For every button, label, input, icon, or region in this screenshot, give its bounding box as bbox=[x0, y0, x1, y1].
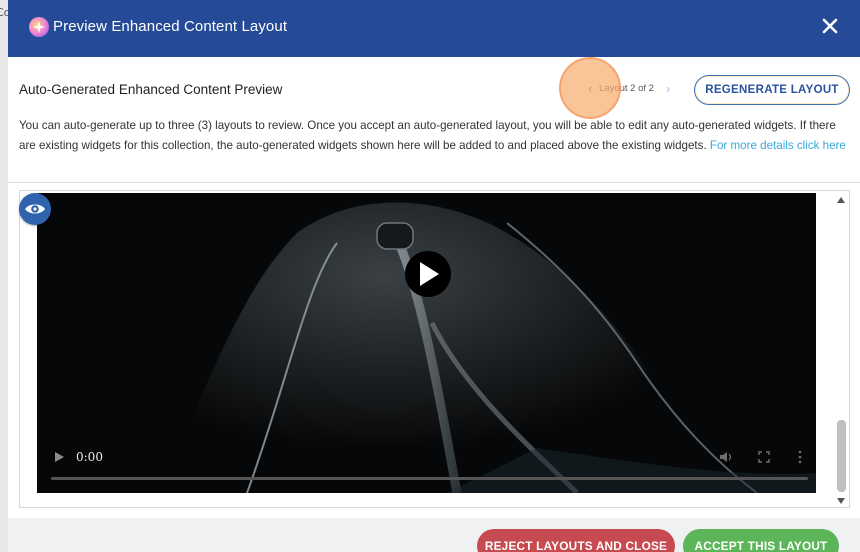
video-frame-image bbox=[37, 193, 816, 493]
accept-layout-button[interactable]: ACCEPT THIS LAYOUT bbox=[683, 529, 839, 552]
video-time: 0:00 bbox=[76, 450, 103, 464]
sparkle-logo-icon bbox=[29, 17, 49, 37]
more-details-link[interactable]: For more details click here bbox=[710, 139, 846, 152]
more-icon[interactable] bbox=[797, 450, 803, 464]
fullscreen-icon[interactable] bbox=[758, 451, 770, 463]
regenerate-layout-button[interactable]: REGENERATE LAYOUT bbox=[694, 75, 850, 105]
video-player[interactable] bbox=[37, 193, 816, 493]
seek-bar[interactable] bbox=[51, 477, 808, 480]
modal-header: Preview Enhanced Content Layout bbox=[8, 0, 860, 57]
scroll-down-icon[interactable] bbox=[836, 497, 846, 505]
preview-heading: Auto-Generated Enhanced Content Preview bbox=[19, 82, 283, 97]
reject-layouts-button[interactable]: REJECT LAYOUTS AND CLOSE bbox=[477, 529, 675, 552]
chevron-right-icon[interactable]: › bbox=[666, 81, 670, 96]
background-page: Co bbox=[0, 0, 8, 552]
control-play-icon[interactable] bbox=[53, 451, 65, 463]
scroll-up-icon[interactable] bbox=[836, 196, 846, 204]
background-text: Co bbox=[0, 6, 8, 19]
description: You can auto-generate up to three (3) la… bbox=[19, 116, 854, 156]
divider bbox=[8, 182, 860, 183]
modal-title: Preview Enhanced Content Layout bbox=[53, 18, 288, 35]
scrollbar-thumb[interactable] bbox=[837, 420, 846, 492]
close-icon[interactable] bbox=[820, 16, 840, 36]
preview-modal: Preview Enhanced Content Layout Auto-Gen… bbox=[8, 0, 860, 552]
eye-icon[interactable] bbox=[19, 193, 51, 225]
click-indicator bbox=[559, 57, 621, 119]
volume-icon[interactable] bbox=[719, 451, 733, 463]
play-icon[interactable] bbox=[405, 251, 451, 297]
